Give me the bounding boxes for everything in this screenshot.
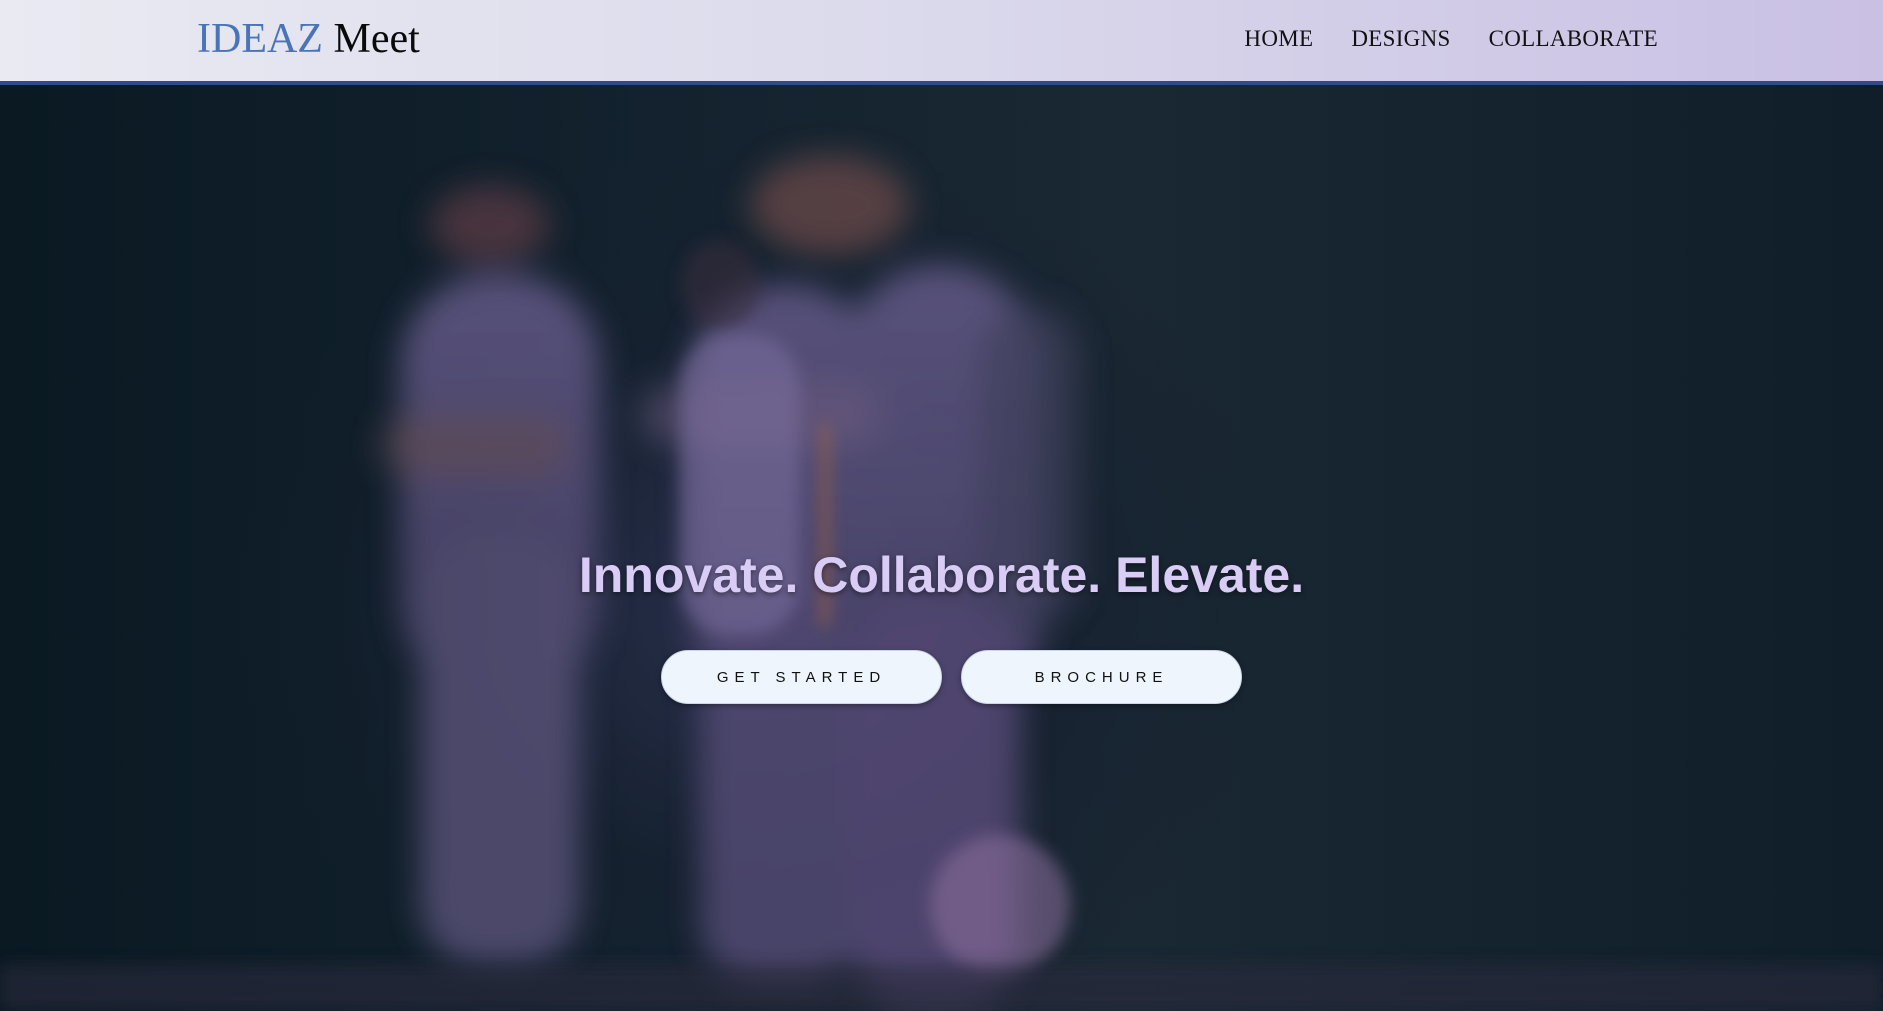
brand-main-text: Meet [333, 16, 420, 62]
hero-headline: Innovate. Collaborate. Elevate. [578, 547, 1305, 603]
main-nav: HOME DESIGNS COLLABORATE [1244, 24, 1658, 54]
brand-logo[interactable]: IDEAZ Meet [197, 14, 420, 64]
hero-section: Innovate. Collaborate. Elevate. GET STAR… [0, 85, 1883, 1011]
brand-accent-text: IDEAZ [197, 16, 323, 62]
nav-collaborate[interactable]: COLLABORATE [1489, 24, 1658, 54]
get-started-button[interactable]: GET STARTED [661, 650, 942, 704]
site-header: IDEAZ Meet HOME DESIGNS COLLABORATE [0, 0, 1883, 85]
nav-designs[interactable]: DESIGNS [1351, 24, 1450, 54]
brochure-button[interactable]: BROCHURE [961, 650, 1242, 704]
nav-home[interactable]: HOME [1244, 24, 1313, 54]
